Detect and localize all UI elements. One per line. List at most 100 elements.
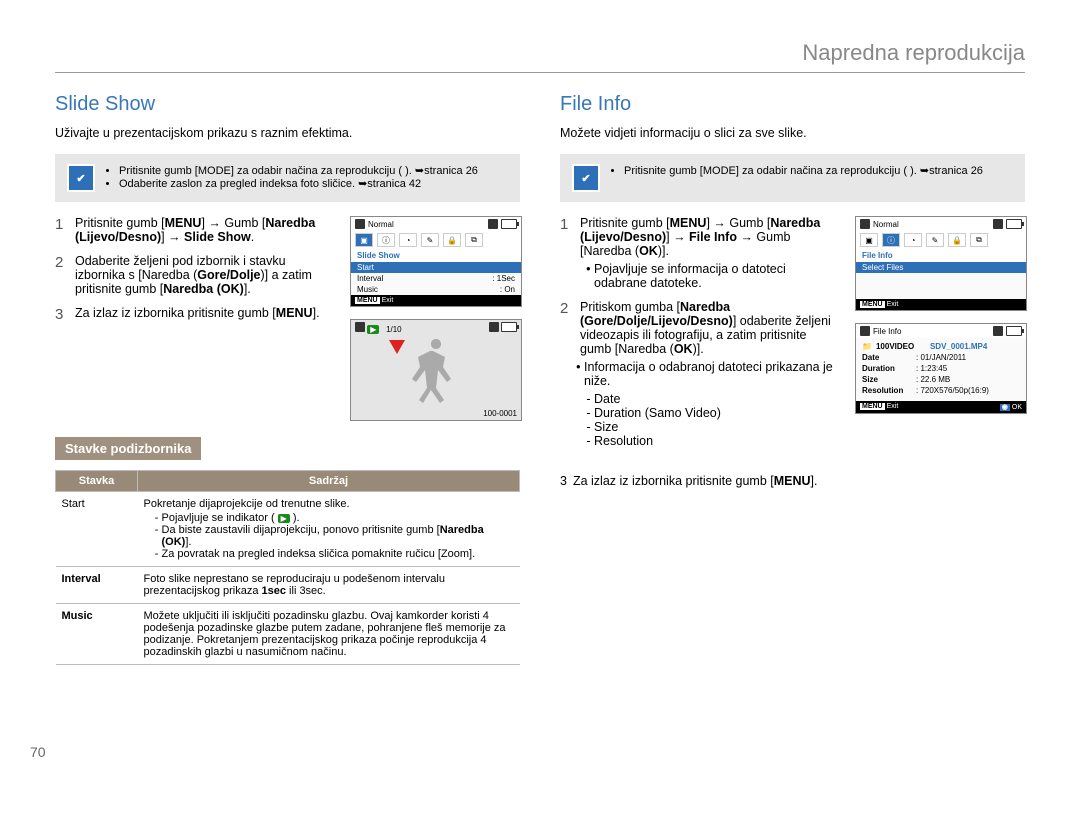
list-item: Resolution xyxy=(594,434,841,448)
menu-exit-label[interactable]: MENUExit xyxy=(860,301,898,308)
file-name: SDV_0001.MP4 xyxy=(930,342,987,351)
menu-exit-label[interactable]: MENUExit xyxy=(355,297,393,304)
menu-row-interval[interactable]: Interval : 1Sec xyxy=(351,273,521,284)
playback-photo: ▶ 1/10 100-0001 xyxy=(351,320,521,420)
tab-icon[interactable]: ◔ xyxy=(399,233,417,247)
cell-content: Pokretanje dijaprojekcije od trenutne sl… xyxy=(138,492,520,567)
note-item: Pritisnite gumb [MODE] za odabir načina … xyxy=(624,164,983,177)
step-body: Pritiskom gumba [Naredba (Gore/Dolje/Lij… xyxy=(580,300,841,448)
tab-icon[interactable]: 🔒 xyxy=(443,233,461,247)
row-value: : 720X576/50p(16:9) xyxy=(916,386,989,395)
step-1: 1 Pritisnite gumb [MENU] → Gumb [Naredba… xyxy=(55,216,336,244)
tab-icon[interactable]: ⓘ xyxy=(882,233,900,247)
cam-icon-row: ▣ ⓘ ◔ ✎ 🔒 ⧉ xyxy=(856,231,1026,249)
step-body: Odaberite željeni pod izbornik i stavku … xyxy=(75,254,336,296)
battery-icon xyxy=(501,322,517,332)
card-icon xyxy=(993,326,1003,336)
slide-show-title: Slide Show xyxy=(55,93,520,116)
note-box-right: ✔ Pritisnite gumb [MODE] za odabir način… xyxy=(560,154,1025,202)
list-item: Date xyxy=(594,392,841,406)
note-item: Pritisnite gumb [MODE] za odabir načina … xyxy=(119,164,478,177)
list-item: Size xyxy=(594,420,841,434)
menu-exit-label[interactable]: MENUExit xyxy=(860,403,898,411)
menu-row-label: Start xyxy=(357,263,374,272)
page: Napredna reprodukcija Slide Show Uživajt… xyxy=(0,0,1080,790)
cam-bottom-bar: MENUExit xyxy=(351,295,521,306)
steps-right-1: 1 Pritisnite gumb [MENU] → Gumb [Naredba… xyxy=(560,216,1025,458)
camera-playback-screen: ▶ 1/10 100-0001 xyxy=(350,319,522,421)
folder-icon: 📁 xyxy=(862,342,872,351)
step-2: 2 Pritiskom gumba [Naredba (Gore/Dolje/L… xyxy=(560,300,841,448)
tab-icon[interactable]: ⓘ xyxy=(377,233,395,247)
card-icon xyxy=(993,219,1003,229)
menu-row-select-files[interactable]: Select Files xyxy=(856,262,1026,273)
file-info-title: File Info xyxy=(560,93,1025,116)
cell-key: Music xyxy=(56,604,138,665)
cell-content: Foto slike neprestano se reproduciraju u… xyxy=(138,567,520,604)
step-number: 3 xyxy=(55,306,69,323)
tab-icon[interactable]: 🔒 xyxy=(948,233,966,247)
screen-title: File Info xyxy=(873,327,901,336)
battery-icon xyxy=(1006,219,1022,229)
step-body: Za izlaz iz izbornika pritisnite gumb [M… xyxy=(573,474,1025,488)
photo-counter: 1/10 xyxy=(386,325,402,334)
step-body: Pritisnite gumb [MENU] → Gumb [Naredba (… xyxy=(580,216,841,290)
menu-row-label: Music xyxy=(357,285,378,294)
two-columns: Slide Show Uživajte u prezentacijskom pr… xyxy=(55,93,1025,665)
left-column: Slide Show Uživajte u prezentacijskom pr… xyxy=(55,93,520,665)
tab-icon[interactable]: ▣ xyxy=(355,233,373,247)
step-number: 2 xyxy=(55,254,69,296)
ok-label[interactable]: ◉OK xyxy=(1000,403,1022,411)
list-item: Da biste zaustavili dijaprojekciju, pono… xyxy=(162,524,514,548)
mode-label: Normal xyxy=(368,220,394,229)
list-item: Duration (Samo Video) xyxy=(594,406,841,420)
battery-icon xyxy=(501,219,517,229)
row-label: Duration xyxy=(862,364,912,373)
table-row: Music Možete uključiti ili isključiti po… xyxy=(56,604,520,665)
silhouette-icon xyxy=(406,334,466,406)
step-number: 1 xyxy=(55,216,69,244)
list-item: Za povratak na pregled indeksa sličica p… xyxy=(162,548,514,560)
video-mode-icon xyxy=(860,219,870,229)
row-value: : 01/JAN/2011 xyxy=(916,353,966,362)
cam-topbar: Normal xyxy=(856,217,1026,231)
tab-icon[interactable]: ✎ xyxy=(421,233,439,247)
note-list-left: Pritisnite gumb [MODE] za odabir načina … xyxy=(105,164,478,190)
file-info-body: 📁 100VIDEO SDV_0001.MP4 Date: 01/JAN/201… xyxy=(856,338,1026,401)
cell-key: Interval xyxy=(56,567,138,604)
slideshow-badge-icon: ▶ xyxy=(367,325,379,334)
menu-row-value: : On xyxy=(500,285,515,294)
tab-icon[interactable]: ◔ xyxy=(904,233,922,247)
menu-row-music[interactable]: Music : On xyxy=(351,284,521,295)
menu-row-start[interactable]: Start xyxy=(351,262,521,273)
steps-text-right: 1 Pritisnite gumb [MENU] → Gumb [Naredba… xyxy=(560,216,841,458)
tab-icon[interactable]: ⧉ xyxy=(465,233,483,247)
row-label: Size xyxy=(862,375,912,384)
check-icon: ✔ xyxy=(67,164,95,192)
step-2: 2 Odaberite željeni pod izbornik i stavk… xyxy=(55,254,336,296)
cam-topbar: File Info xyxy=(856,324,1026,338)
cam-bottom-bar: MENUExit xyxy=(856,299,1026,310)
note-item: Odaberite zaslon za pregled indeksa foto… xyxy=(119,177,478,190)
tab-icon[interactable]: ✎ xyxy=(926,233,944,247)
video-mode-icon xyxy=(860,326,870,336)
right-column: File Info Možete vidjeti informaciju o s… xyxy=(560,93,1025,665)
slide-show-intro: Uživajte u prezentacijskom prikazu s raz… xyxy=(55,126,520,140)
cam-menu-title: Slide Show xyxy=(351,249,521,262)
cam-topbar: Normal xyxy=(351,217,521,231)
tab-icon[interactable]: ▣ xyxy=(860,233,878,247)
th-stavka: Stavka xyxy=(56,471,138,492)
step-number: 2 xyxy=(560,300,574,448)
row-value: : 22.6 MB xyxy=(916,375,950,384)
cam-icon-row: ▣ ⓘ ◔ ✎ 🔒 ⧉ xyxy=(351,231,521,249)
note-box-left: ✔ Pritisnite gumb [MODE] za odabir način… xyxy=(55,154,520,202)
tab-icon[interactable]: ⧉ xyxy=(970,233,988,247)
camera-fileinfo-menu-screen: Normal ▣ ⓘ ◔ ✎ 🔒 ⧉ File Info xyxy=(855,216,1027,311)
list-item: Pojavljuje se informacija o datoteci oda… xyxy=(594,262,841,290)
file-info-intro: Možete vidjeti informaciju o slici za sv… xyxy=(560,126,1025,140)
list-item: Informacija o odabranoj datoteci prikaza… xyxy=(584,360,841,388)
page-header: Napredna reprodukcija xyxy=(55,40,1025,73)
cell-key: Start xyxy=(56,492,138,567)
steps-text-left: 1 Pritisnite gumb [MENU] → Gumb [Naredba… xyxy=(55,216,336,421)
step-number: 1 xyxy=(560,216,574,290)
